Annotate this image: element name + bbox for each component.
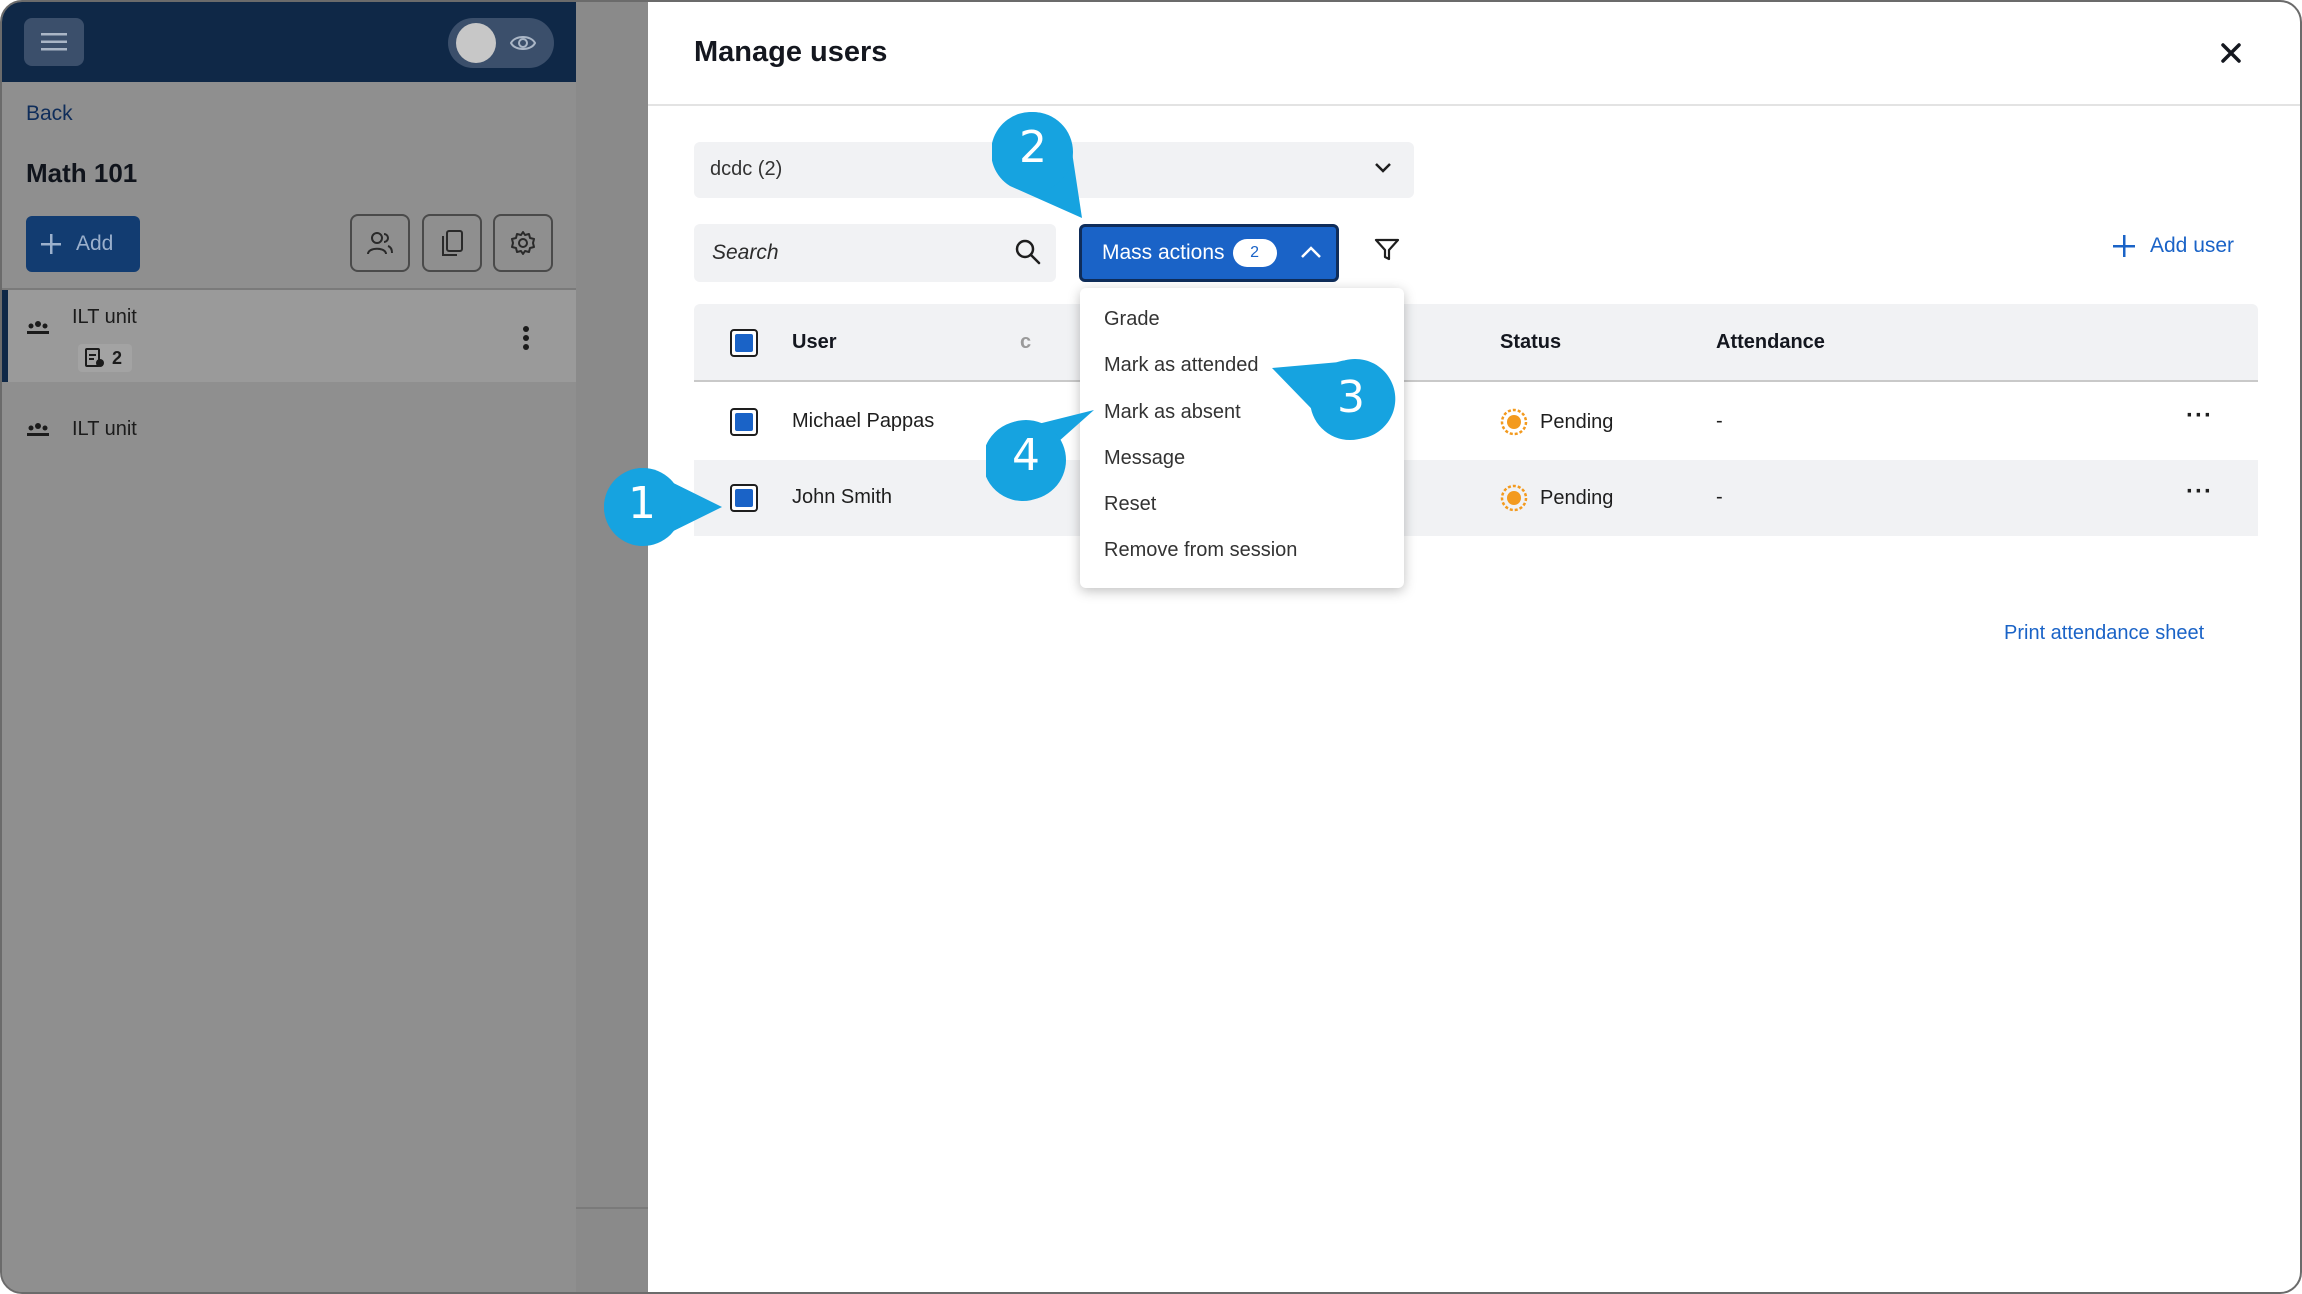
user-name: John Smith: [792, 486, 893, 508]
callout-2: 2: [991, 111, 1092, 222]
plus-icon: [2113, 235, 2135, 257]
gear-icon: [511, 231, 535, 255]
callout-3: 3: [1270, 358, 1400, 442]
chevron-up-icon: [1301, 246, 1321, 258]
callout-1-number: 1: [628, 478, 656, 529]
filter-icon[interactable]: [1374, 238, 1400, 262]
kebab-icon[interactable]: [522, 326, 530, 350]
attendance-value: -: [1716, 410, 1723, 432]
menu-item-mark-attended[interactable]: Mark as attended: [1104, 354, 1259, 377]
table-row[interactable]: John Smith Pending - ···: [694, 460, 2258, 536]
user-name: Michael Pappas: [792, 410, 935, 432]
unit-badge-count: 2: [112, 347, 123, 368]
status-text: Pending: [1540, 410, 1614, 433]
status-badge: Pending: [1500, 408, 1613, 436]
search-icon[interactable]: [1014, 238, 1042, 266]
table-row[interactable]: Michael Pappas Pending - ···: [694, 384, 2258, 460]
row-options-icon[interactable]: ···: [2186, 402, 2213, 430]
add-user-button[interactable]: Add user: [2112, 234, 2234, 258]
unit-item[interactable]: ILT unit: [2, 402, 576, 462]
group-icon: [27, 321, 49, 334]
add-user-label: Add user: [2150, 234, 2235, 257]
menu-item-reset[interactable]: Reset: [1104, 493, 1156, 516]
course-title: Math 101: [26, 158, 138, 188]
menu-icon: [41, 33, 67, 51]
print-attendance-link[interactable]: Print attendance sheet: [2004, 622, 2204, 645]
eye-icon: [510, 36, 536, 50]
close-button[interactable]: [2216, 38, 2246, 68]
menu-button[interactable]: [24, 18, 84, 66]
overlay-gap: [576, 2, 648, 1292]
users-icon: [367, 232, 393, 255]
course-panel: Back Math 101 Add ILT unit 2 ILT unit: [2, 82, 576, 1292]
pending-icon: [1500, 484, 1528, 512]
column-user[interactable]: User: [792, 331, 836, 354]
menu-item-message[interactable]: Message: [1104, 447, 1185, 470]
manage-users-modal: Manage users dcdc (2) Mass actions 2: [648, 2, 2300, 1292]
copy-button[interactable]: [422, 214, 482, 272]
status-text: Pending: [1540, 486, 1614, 509]
unit-label: ILT unit: [72, 306, 137, 328]
menu-item-mark-absent[interactable]: Mark as absent: [1104, 401, 1241, 424]
background-app: Back Math 101 Add ILT unit 2 ILT unit: [2, 2, 648, 1292]
unit-item-active[interactable]: ILT unit 2: [2, 290, 576, 382]
group-icon: [27, 423, 49, 436]
row-options-icon[interactable]: ···: [2186, 478, 2213, 506]
select-all-checkbox[interactable]: [730, 329, 758, 357]
search-input[interactable]: [712, 238, 992, 268]
callout-1: 1: [602, 466, 742, 548]
pending-icon: [1500, 408, 1528, 436]
menu-item-grade[interactable]: Grade: [1104, 308, 1160, 331]
modal-header: Manage users: [648, 2, 2300, 106]
settings-button[interactable]: [493, 214, 553, 272]
preview-toggle[interactable]: [448, 18, 554, 68]
close-icon: [2221, 43, 2241, 63]
mass-actions-count: 2: [1232, 239, 1277, 267]
back-link[interactable]: Back: [26, 102, 73, 126]
top-bar: [2, 2, 576, 82]
callout-2-number: 2: [1019, 122, 1047, 173]
users-button[interactable]: [350, 214, 410, 272]
callout-4-number: 4: [1012, 430, 1040, 481]
add-button-label: Add: [76, 232, 114, 255]
plus-icon: [41, 234, 61, 254]
callout-3-number: 3: [1337, 372, 1365, 423]
attendance-value: -: [1716, 486, 1723, 508]
mass-actions-button[interactable]: Mass actions 2: [1079, 224, 1339, 282]
unit-badge: 2: [78, 344, 132, 372]
toggle-knob: [456, 23, 496, 63]
mass-actions-label: Mass actions: [1102, 241, 1225, 264]
column-partial: c: [1020, 331, 1032, 353]
menu-item-remove[interactable]: Remove from session: [1104, 539, 1297, 562]
chevron-down-icon: [1375, 163, 1391, 173]
table-header: User c Status Attendance: [694, 304, 2258, 382]
row-checkbox[interactable]: [730, 408, 758, 436]
copy-icon: [442, 230, 463, 256]
search-field[interactable]: [694, 224, 1056, 282]
column-status[interactable]: Status: [1500, 331, 1561, 354]
session-select-value: dcdc (2): [710, 158, 783, 180]
add-button[interactable]: Add: [26, 216, 140, 272]
column-attendance[interactable]: Attendance: [1716, 331, 1825, 354]
modal-title: Manage users: [694, 36, 888, 68]
unit-label: ILT unit: [72, 418, 137, 440]
screenshot-frame: Back Math 101 Add ILT unit 2 ILT unit Ma…: [0, 0, 2302, 1294]
callout-4: 4: [982, 406, 1098, 502]
status-badge: Pending: [1500, 484, 1613, 512]
document-icon: [85, 348, 104, 367]
